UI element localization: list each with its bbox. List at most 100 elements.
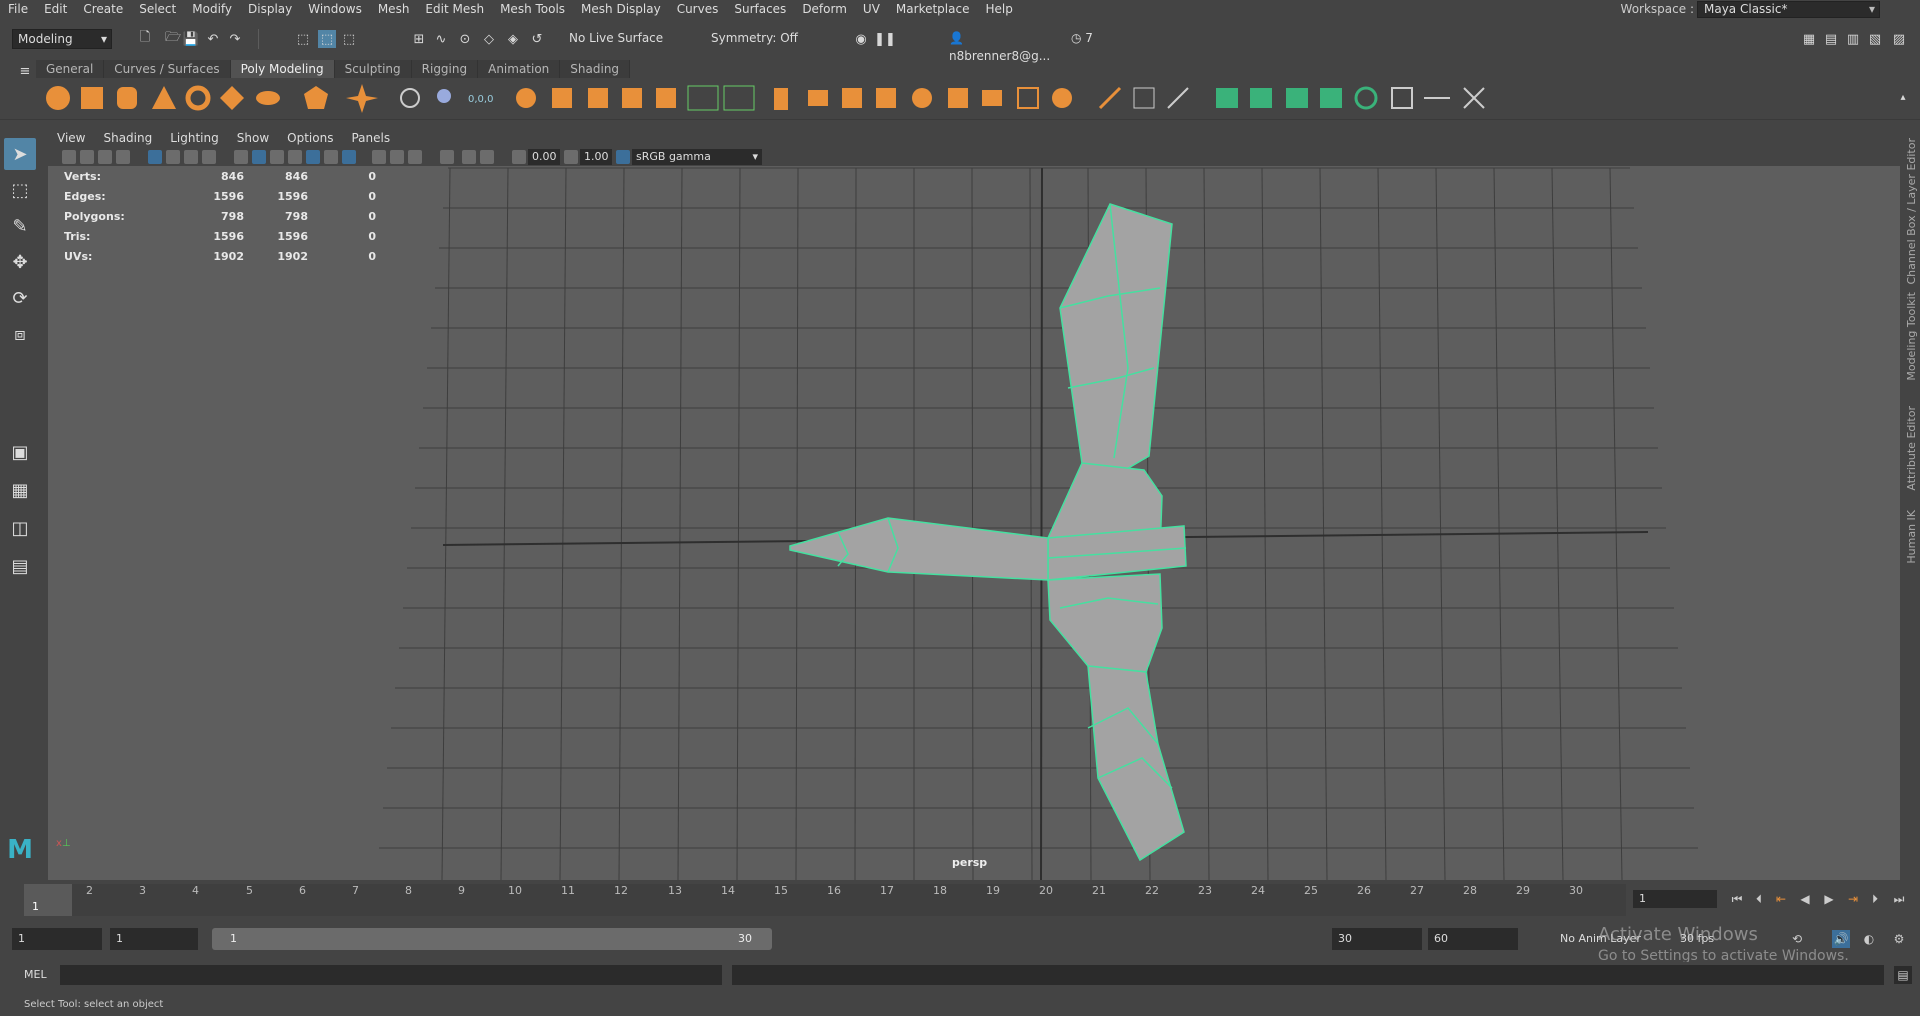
snap-projected-icon[interactable]: ↺ [528,30,546,48]
uv-contour-icon[interactable] [1286,88,1308,108]
save-scene-icon[interactable]: 💾 [182,30,200,48]
bridge-icon[interactable] [622,88,642,108]
exposure-icon[interactable] [512,150,526,164]
panel-menu-view[interactable]: View [48,131,94,145]
color-space-dropdown[interactable]: sRGB gamma ▾ [632,149,762,165]
shelf-tab-animation[interactable]: Animation [478,60,561,78]
offset-edge-loop-icon[interactable] [912,88,932,108]
shelf-tab-shading[interactable]: Shading [560,60,631,78]
pause-icon[interactable]: ❚❚ [874,30,896,48]
user-account[interactable]: 👤 n8brenner8@g... [944,29,1060,63]
uv-unfold-icon[interactable] [1391,87,1413,109]
image-plane-icon[interactable] [116,150,130,164]
outliner-layout-icon[interactable]: ▤ [4,550,36,582]
poly-sphere-icon[interactable] [46,86,70,110]
make-hole-icon[interactable] [723,85,755,111]
film-gate-icon[interactable] [166,150,180,164]
grid-toggle-icon[interactable] [148,150,162,164]
go-to-end-icon[interactable]: ⏭ [1890,890,1908,908]
menu-windows[interactable]: Windows [300,0,370,18]
live-surface-field[interactable]: No Live Surface [564,29,664,49]
snap-live-icon[interactable]: ◈ [504,30,522,48]
isolate-select-icon[interactable] [440,150,454,164]
symmetry-field[interactable]: Symmetry: Off [706,29,802,49]
poly-cylinder-icon[interactable] [117,87,137,109]
motion-blur-icon[interactable] [408,150,422,164]
tab-channel-box[interactable]: Channel Box / Layer Editor [1905,138,1918,285]
menu-surfaces[interactable]: Surfaces [726,0,794,18]
menu-marketplace[interactable]: Marketplace [888,0,978,18]
script-editor-icon[interactable]: ▤ [1894,966,1912,984]
select-tool-icon[interactable]: ➤ [4,138,36,170]
go-to-start-icon[interactable]: ⏮ [1728,890,1746,908]
new-scene-icon[interactable]: 🗋 [136,30,154,48]
playback-start-field[interactable]: 1 [110,928,198,950]
combine-icon[interactable] [400,88,420,108]
textured-icon[interactable] [288,150,302,164]
scale-tool-icon[interactable]: ⧈ [4,318,36,350]
poly-disc-icon[interactable] [256,91,280,105]
selected-mesh[interactable] [789,203,1187,862]
panel-menu-options[interactable]: Options [278,131,342,145]
uv-spherical-icon[interactable] [1250,88,1272,108]
menu-edit-mesh[interactable]: Edit Mesh [417,0,492,18]
layout-two-pane-icon[interactable]: ◫ [4,512,36,544]
workspace-dropdown[interactable]: Maya Classic* ▾ [1697,1,1880,18]
tool-settings-icon[interactable]: ▧ [1866,30,1884,48]
poly-cube-icon[interactable] [81,87,103,109]
notifications[interactable]: ◷ 7 [1066,29,1100,49]
snap-point-icon[interactable]: ⊙ [456,30,474,48]
outliner-icon[interactable]: ▤ [1822,30,1840,48]
uv-sew-icon[interactable] [1354,86,1378,110]
camera-lock-icon[interactable] [80,150,94,164]
insert-edge-loop-icon[interactable] [876,88,896,108]
uv-auto-icon[interactable] [1167,87,1189,109]
layout-four-pane-icon[interactable]: ▦ [4,474,36,506]
shadows-icon[interactable] [372,150,386,164]
append-icon[interactable] [656,88,676,108]
separate-icon[interactable] [437,89,451,103]
panel-menu-panels[interactable]: Panels [342,131,399,145]
xray-joints-icon[interactable] [462,150,476,164]
poly-torus-icon[interactable] [185,85,211,111]
animation-end-field[interactable]: 60 [1428,928,1518,950]
shelf-tab-curves-surfaces[interactable]: Curves / Surfaces [104,60,231,78]
menu-edit[interactable]: Edit [36,0,75,18]
panel-menu-shading[interactable]: Shading [94,131,161,145]
rotate-tool-icon[interactable]: ⟳ [4,282,36,314]
uv-cylindrical-icon[interactable] [1216,88,1238,108]
bevel-icon[interactable] [552,88,572,108]
snap-curve-icon[interactable]: ∿ [432,30,450,48]
menu-curves[interactable]: Curves [669,0,727,18]
menu-mesh-display[interactable]: Mesh Display [573,0,669,18]
uv-straighten-icon[interactable] [1463,87,1485,109]
menu-uv[interactable]: UV [855,0,888,18]
render-icon[interactable]: ◉ [852,30,870,48]
snap-view-plane-icon[interactable]: ◇ [480,30,498,48]
layout-single-pane-icon[interactable]: ▣ [4,436,36,468]
ambient-occlusion-icon[interactable] [390,150,404,164]
tab-modeling-toolkit[interactable]: Modeling Toolkit [1905,292,1918,381]
multi-cut-icon[interactable] [774,88,788,110]
layout-icon[interactable]: ▦ [1800,30,1818,48]
step-forward-key-icon[interactable]: ⇥ [1844,890,1862,908]
command-input[interactable] [60,965,722,985]
undo-icon[interactable]: ↶ [204,30,222,48]
shelf-tab-general[interactable]: General [36,60,105,78]
connect-icon[interactable] [842,88,862,108]
viewport[interactable] [48,128,1900,880]
exposure-field[interactable]: 0.00 [528,149,560,165]
attribute-editor-icon[interactable]: ▥ [1844,30,1862,48]
sound-icon[interactable]: 🔊 [1832,930,1850,948]
shelf-scroll-icon[interactable]: ▴ [1894,88,1912,106]
shelf-tab-rigging[interactable]: Rigging [411,60,479,78]
lights-icon[interactable] [324,150,338,164]
panel-menu-lighting[interactable]: Lighting [161,131,228,145]
extrude-icon[interactable] [588,88,608,108]
wireframe-icon[interactable] [234,150,248,164]
tab-attribute-editor[interactable]: Attribute Editor [1905,406,1918,491]
menu-mesh[interactable]: Mesh [370,0,418,18]
wireframe-on-shaded-icon[interactable] [306,150,320,164]
channel-box-icon[interactable]: ▨ [1890,30,1908,48]
super-shape-icon[interactable] [346,84,378,113]
